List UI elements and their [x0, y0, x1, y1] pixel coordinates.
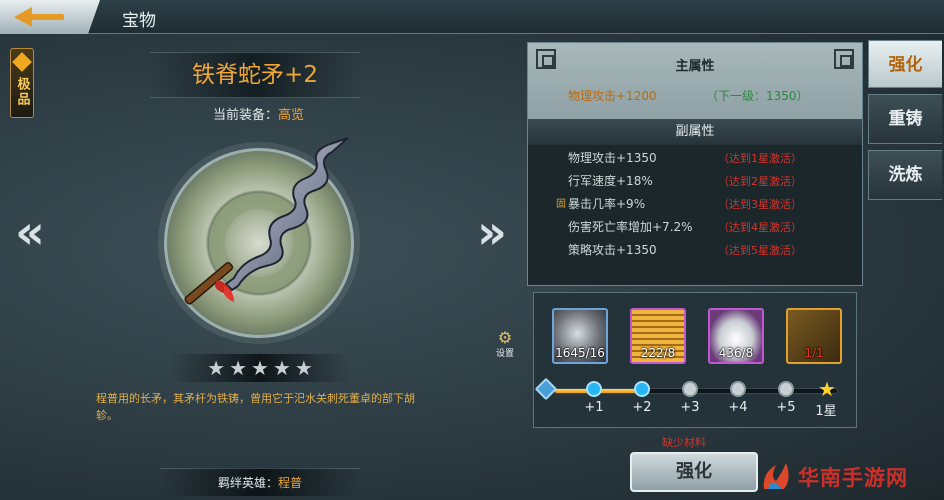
top-bar: 宝物 [0, 0, 944, 34]
sub-attribute-condition: （达到3星激活） [718, 198, 802, 211]
watermark-logo-icon [763, 463, 789, 489]
sub-attribute-row: 行军速度+18% （达到2星激活） [528, 170, 862, 193]
sub-attribute-condition: （达到2星激活） [718, 175, 802, 188]
sub-attribute-row: 固暴击几率+9% （达到3星激活） [528, 193, 862, 216]
back-button[interactable] [0, 0, 100, 34]
progress-node-label: +5 [776, 400, 796, 415]
silver-ingot-icon[interactable]: 436/8 [708, 308, 764, 364]
sub-attribute-name: 物理攻击+1350 [568, 151, 657, 165]
side-tabs: 强化 重铸 洗炼 [868, 40, 942, 206]
sub-attribute-row: 策略攻击+1350 （达到5星激活） [528, 239, 862, 262]
star-icon: ★ [207, 356, 226, 380]
progress-node [534, 377, 558, 401]
progress-node-label: 1星 [815, 404, 837, 419]
material-count: 436/8 [718, 346, 754, 360]
lack-materials-note: 缺少材料 [662, 436, 706, 449]
main-attribute-value: 物理攻击+1200 [568, 89, 657, 103]
spear-icon [184, 137, 349, 305]
main-attribute-next: （下一级：1350） [706, 89, 809, 103]
gem-icon [12, 52, 32, 72]
progress-node-label: +3 [680, 400, 700, 415]
spear-fragment-icon[interactable]: 1/1 [786, 308, 842, 364]
tab-refine[interactable]: 洗炼 [868, 150, 942, 200]
progress-node-label: +2 [632, 400, 652, 415]
star-icon: ★ [229, 356, 248, 380]
lock-mark: 固 [556, 199, 566, 210]
back-arrow-icon [14, 7, 68, 27]
progress-node [730, 381, 746, 397]
hero-value: 程普 [278, 476, 303, 490]
enhance-button[interactable]: 强化 [630, 452, 758, 492]
equip-label: 当前装备： [213, 108, 279, 123]
attribute-panel: 主属性 物理攻击+1200 （下一级：1350） 副属性 物理攻击+1350 （达… [527, 42, 863, 286]
sub-attribute-row: 物理攻击+1350 （达到1星激活） [528, 147, 862, 170]
page-title: 宝物 [122, 11, 156, 31]
sub-attribute-condition: （达到5星激活） [718, 244, 802, 257]
equip-value: 高览 [278, 108, 305, 123]
settings-button[interactable]: ⚙ 设置 [490, 330, 520, 360]
star-rating: ★ ★ ★ ★ ★ [170, 354, 350, 382]
sub-attribute-row: 伤害死亡率增加+7.2% （达到4星激活） [528, 216, 862, 239]
star-icon: ★ [272, 356, 291, 380]
gear-icon: ⚙ [497, 328, 513, 347]
sub-attribute-name: 策略攻击+1350 [568, 243, 657, 257]
watermark-text: 华南手游网 [798, 466, 908, 490]
star-icon: ★ [818, 377, 836, 401]
progress-node [778, 381, 794, 397]
tab-reforge[interactable]: 重铸 [868, 94, 942, 144]
star-icon: ★ [294, 356, 313, 380]
bond-hero: 羁绊英雄：程普 [160, 468, 360, 496]
quality-badge: 极品 [10, 48, 34, 118]
quality-label: 极品 [14, 77, 30, 107]
main-attribute-title: 主属性 [675, 59, 715, 74]
watermark: 华南手游网 [760, 455, 944, 499]
material-count: 1645/16 [555, 346, 605, 360]
sub-attribute-name: 暴击几率+9% [568, 197, 646, 211]
settings-label: 设置 [495, 349, 514, 359]
progress-node [682, 381, 698, 397]
materials-panel: 1645/16 222/8 436/8 1/1 +1 +2 +3 +4 +5 ★ 1星 [533, 292, 857, 428]
material-count: 222/8 [640, 346, 676, 360]
prev-item-arrow[interactable]: « [8, 209, 52, 255]
gold-coin-stack-icon[interactable]: 222/8 [630, 308, 686, 364]
sub-attribute-condition: （达到4星激活） [718, 221, 802, 234]
sub-attribute-condition: （达到1星激活） [718, 152, 802, 165]
item-name: 铁脊蛇矛+2 [150, 52, 360, 98]
progress-node [586, 381, 602, 397]
sub-attribute-title: 副属性 [528, 119, 862, 145]
material-count: 1/1 [804, 346, 824, 360]
item-description: 程普用的长矛，其矛杆为铁铸，曾用它于汜水关刺死董卓的部下胡轸。 [96, 392, 415, 422]
current-equip: 当前装备：高览 [213, 104, 304, 123]
iron-ore-icon[interactable]: 1645/16 [552, 308, 608, 364]
main-attribute-section: 主属性 物理攻击+1200 （下一级：1350） [528, 43, 862, 119]
sub-attribute-name: 伤害死亡率增加+7.2% [568, 220, 693, 234]
next-item-arrow[interactable]: » [470, 209, 514, 255]
sub-attribute-name: 行军速度+18% [568, 174, 653, 188]
progress-node [634, 381, 650, 397]
hero-label: 羁绊英雄： [217, 476, 278, 490]
progress-node-label: +4 [728, 400, 748, 415]
star-icon: ★ [251, 356, 269, 380]
progress-node-label: +1 [584, 400, 604, 415]
tab-enhance[interactable]: 强化 [868, 40, 942, 88]
